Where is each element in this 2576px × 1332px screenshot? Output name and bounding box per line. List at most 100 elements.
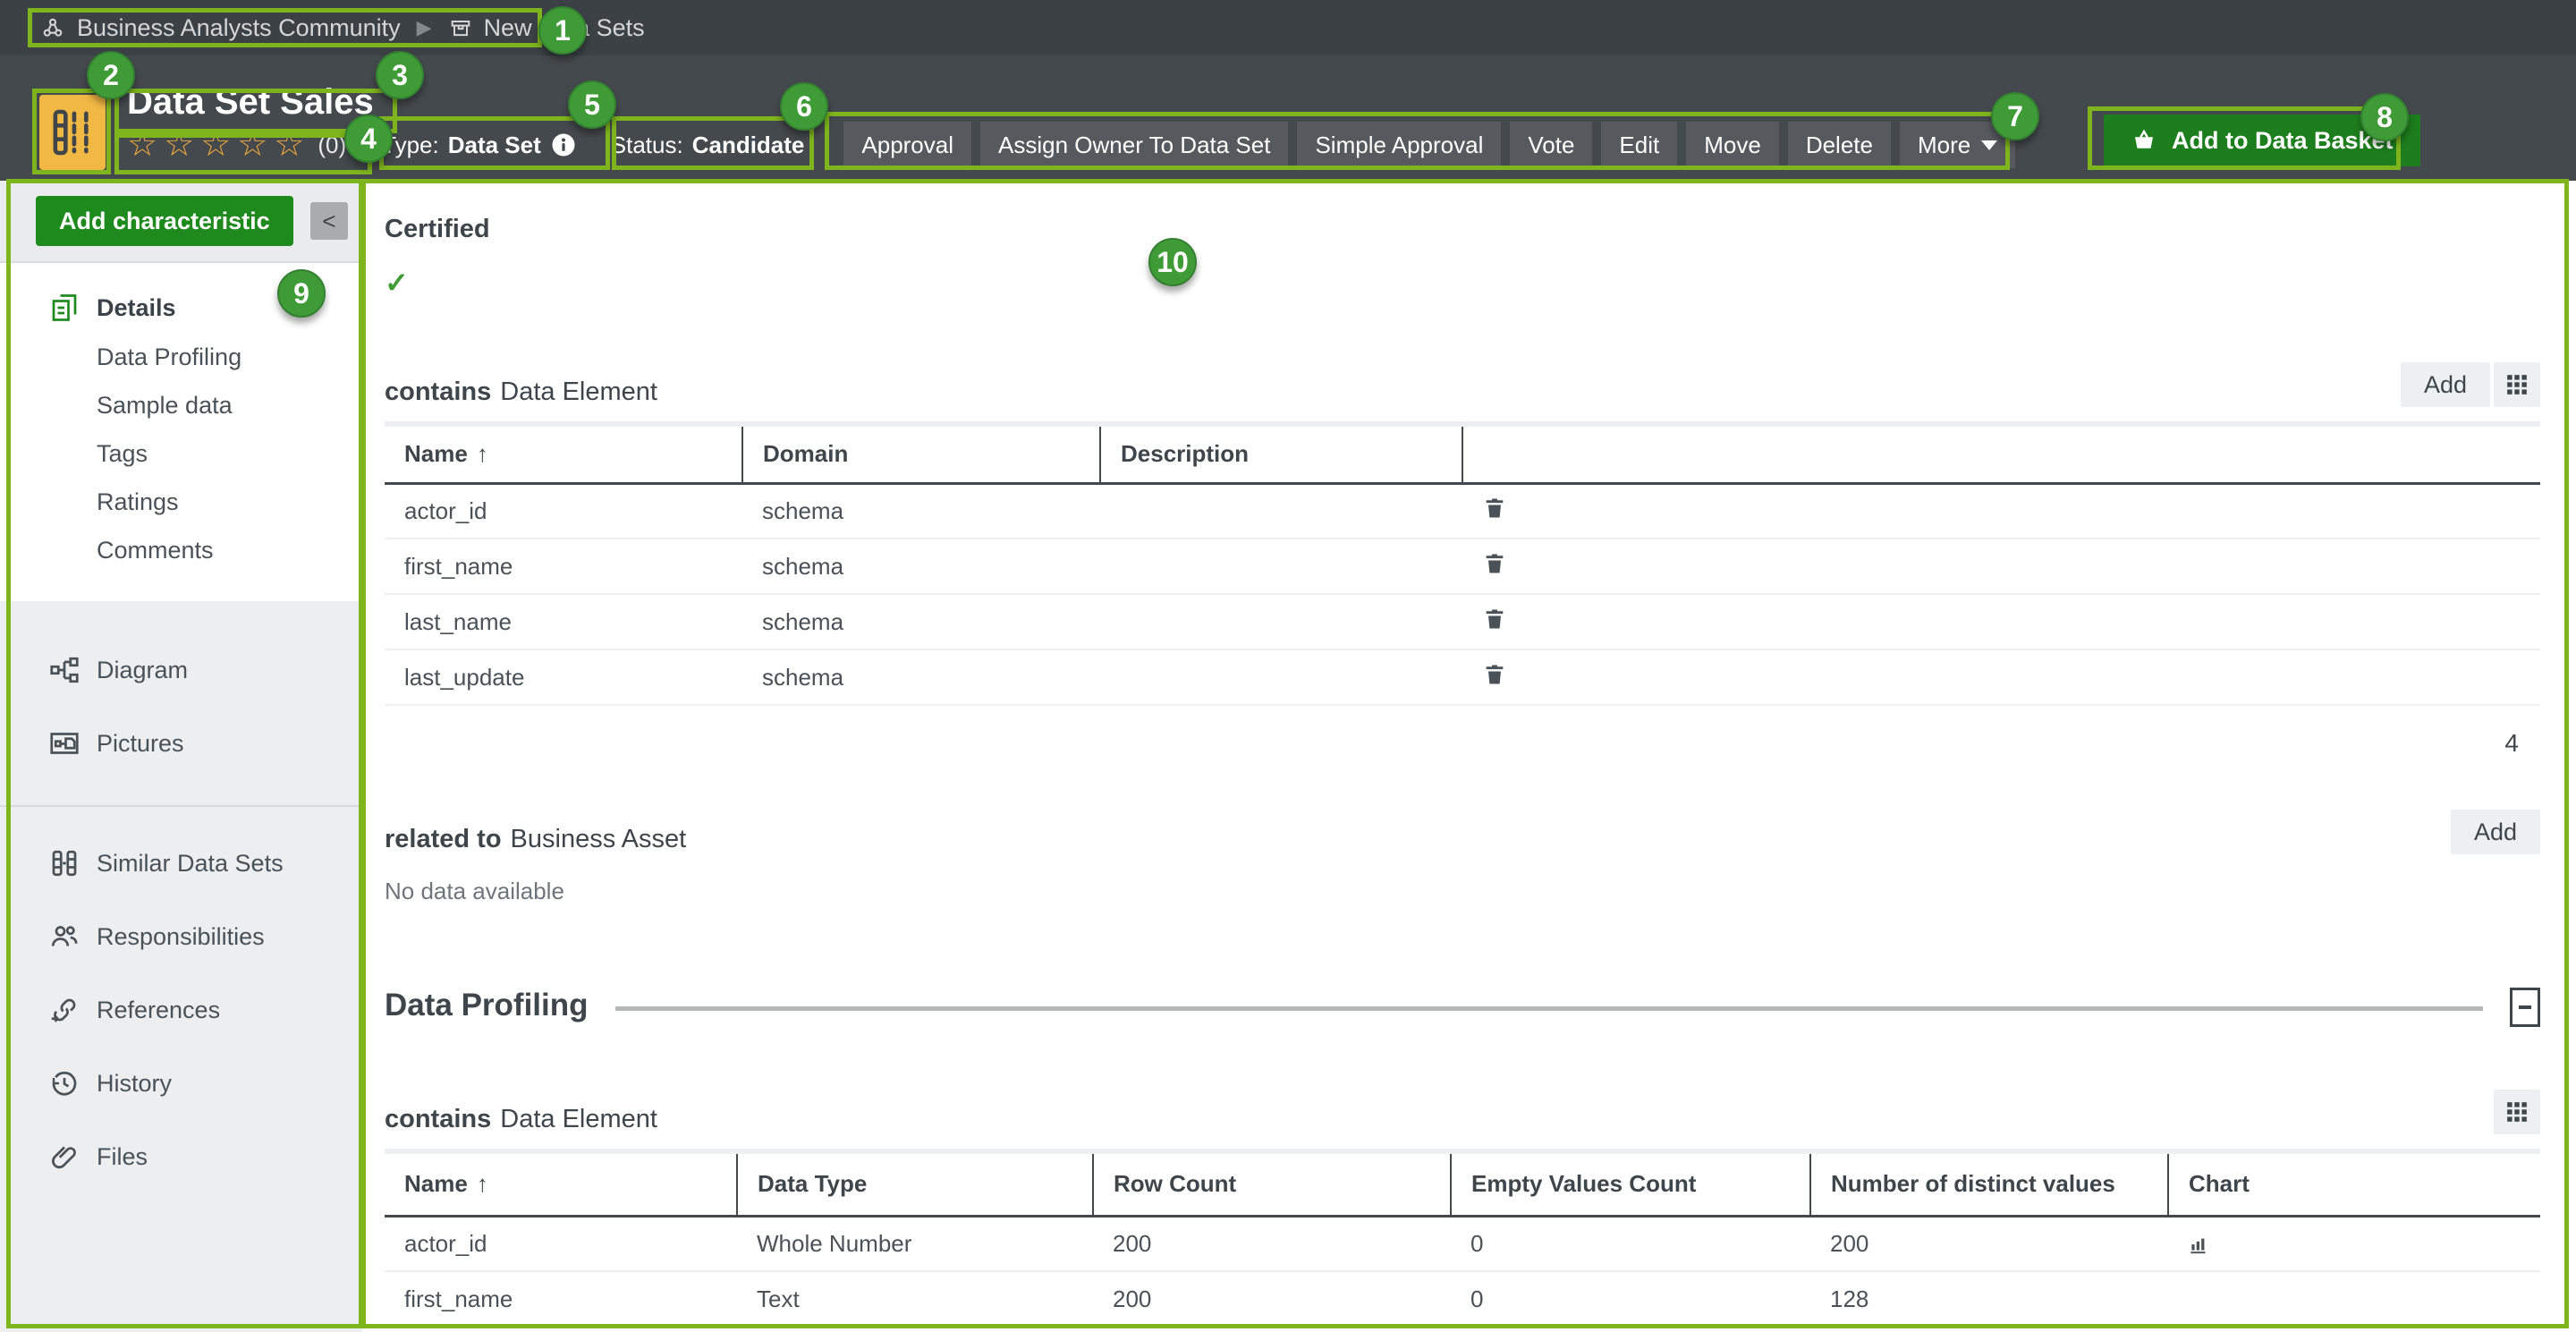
chevron-down-icon: [1981, 140, 1997, 150]
sidebar-collapse-button[interactable]: <: [310, 202, 348, 240]
delete-row-icon[interactable]: [1482, 551, 1507, 576]
table-row[interactable]: first_name Text 200 0 128: [385, 1271, 2540, 1327]
sidebar-item-history[interactable]: History: [0, 1047, 362, 1120]
references-icon: [47, 994, 82, 1026]
table-row[interactable]: actor_id schema: [385, 483, 2540, 539]
column-header-empty-values[interactable]: Empty Values Count: [1451, 1151, 1810, 1216]
info-icon[interactable]: [550, 132, 577, 158]
breadcrumb-community[interactable]: Business Analysts Community: [39, 14, 401, 42]
sidebar-item-references[interactable]: References: [0, 973, 362, 1047]
sidebar-item-sample-data[interactable]: Sample data: [0, 381, 362, 429]
bar-chart-icon[interactable]: [2188, 1232, 2540, 1255]
sidebar-item-label: Diagram: [97, 657, 188, 684]
column-header-chart[interactable]: Chart: [2168, 1151, 2540, 1216]
sidebar-item-data-profiling[interactable]: Data Profiling: [0, 333, 362, 381]
type-label: Type:: [382, 132, 439, 159]
add-business-asset-button[interactable]: Add: [2451, 810, 2540, 854]
approval-button[interactable]: Approval: [843, 122, 971, 168]
column-header-actions: [1462, 424, 2540, 483]
sidebar-item-label: History: [97, 1070, 172, 1098]
sidebar-item-ratings[interactable]: Ratings: [0, 478, 362, 526]
assign-owner-button[interactable]: Assign Owner To Data Set: [980, 122, 1288, 168]
sidebar-item-pictures[interactable]: Pictures: [0, 707, 362, 780]
table-row[interactable]: last_name Text 200 0 121: [385, 1327, 2540, 1332]
related-to-business-asset-heading: related toBusiness Asset: [385, 825, 686, 854]
basket-label: Add to Data Basket: [2172, 127, 2394, 155]
pictures-icon: [47, 727, 82, 759]
table-view-button[interactable]: [2494, 1090, 2540, 1134]
breadcrumb-community-label: Business Analysts Community: [77, 14, 401, 42]
sidebar-item-tags[interactable]: Tags: [0, 429, 362, 478]
delete-row-icon[interactable]: [1482, 607, 1507, 632]
data-profiling-table: Name↑ Data Type Row Count Empty Values C…: [385, 1149, 2540, 1332]
row-count: 4: [385, 729, 2540, 758]
column-header-data-type[interactable]: Data Type: [737, 1151, 1093, 1216]
contains-data-element-table: Name↑ Domain Description actor_id schema: [385, 421, 2540, 706]
column-header-row-count[interactable]: Row Count: [1093, 1151, 1451, 1216]
community-icon: [39, 14, 66, 41]
collapse-section-icon[interactable]: [2510, 988, 2540, 1027]
sidebar-item-label: References: [97, 997, 220, 1024]
breadcrumb: Business Analysts Community ▶ New Data S…: [0, 0, 2576, 55]
main-content: Certified ✓ containsData Element Add: [362, 181, 2576, 1332]
delete-row-icon[interactable]: [1482, 662, 1507, 687]
table-view-button[interactable]: [2494, 362, 2540, 407]
sidebar-item-label: Pictures: [97, 730, 184, 758]
column-header-name[interactable]: Name↑: [385, 424, 742, 483]
details-pages-icon: [47, 292, 82, 324]
grid-icon: [2505, 373, 2529, 396]
sidebar-item-files[interactable]: Files: [0, 1120, 362, 1193]
domain-icon: [448, 15, 473, 40]
more-button[interactable]: More: [1900, 122, 2015, 168]
no-data-message: No data available: [385, 878, 2540, 905]
breadcrumb-domain-label: New Data Sets: [484, 14, 645, 42]
column-header-name[interactable]: Name↑: [385, 1151, 737, 1216]
certified-check-icon: ✓: [385, 266, 2540, 300]
contains-data-element-heading: containsData Element: [385, 378, 657, 407]
simple-approval-button[interactable]: Simple Approval: [1297, 122, 1501, 168]
sidebar-item-details[interactable]: Details: [0, 283, 362, 333]
more-label: More: [1918, 132, 1970, 159]
asset-status: Status: Candidate: [611, 132, 805, 159]
sidebar-item-comments[interactable]: Comments: [0, 526, 362, 574]
asset-header: Data Set Sales ☆☆☆☆☆ (0) Type: Data Set …: [0, 55, 2576, 181]
sidebar-item-diagram[interactable]: Diagram: [0, 633, 362, 707]
breadcrumb-domain[interactable]: New Data Sets: [448, 14, 645, 42]
similar-data-sets-icon: [47, 847, 82, 879]
files-icon: [47, 1141, 82, 1173]
column-header-description[interactable]: Description: [1100, 424, 1462, 483]
history-icon: [47, 1067, 82, 1099]
column-header-domain[interactable]: Domain: [742, 424, 1100, 483]
page-title: Data Set Sales: [127, 82, 374, 123]
column-header-distinct-values[interactable]: Number of distinct values: [1810, 1151, 2168, 1216]
add-characteristic-button[interactable]: Add characteristic: [36, 196, 293, 246]
type-value: Data Set: [448, 132, 541, 159]
vote-button[interactable]: Vote: [1510, 122, 1592, 168]
add-to-data-basket-button[interactable]: Add to Data Basket: [2104, 115, 2420, 166]
data-set-asset-icon: [39, 95, 106, 170]
table-row[interactable]: last_name schema: [385, 594, 2540, 649]
table-row[interactable]: last_update schema: [385, 649, 2540, 705]
move-button[interactable]: Move: [1686, 122, 1779, 168]
sidebar-item-responsibilities[interactable]: Responsibilities: [0, 900, 362, 973]
sidebar-item-label: Details: [97, 294, 176, 322]
section-divider: [615, 1006, 2483, 1011]
sidebar-item-label: Similar Data Sets: [97, 850, 284, 878]
sidebar-item-label: Files: [97, 1143, 148, 1171]
sort-asc-icon: ↑: [477, 440, 488, 467]
rating-stars[interactable]: ☆☆☆☆☆: [127, 128, 310, 162]
add-data-element-button[interactable]: Add: [2401, 362, 2490, 407]
sidebar: Add characteristic < Details Data Profil…: [0, 181, 362, 1332]
diagram-icon: [47, 654, 82, 686]
breadcrumb-chevron-icon: ▶: [417, 16, 432, 39]
table-row[interactable]: first_name schema: [385, 539, 2540, 594]
rating-count: (0): [318, 132, 346, 159]
basket-icon: [2131, 127, 2157, 154]
delete-row-icon[interactable]: [1482, 496, 1507, 521]
sidebar-item-similar-data-sets[interactable]: Similar Data Sets: [0, 827, 362, 900]
edit-button[interactable]: Edit: [1601, 122, 1677, 168]
sort-asc-icon: ↑: [477, 1170, 488, 1197]
table-row[interactable]: actor_id Whole Number 200 0 200: [385, 1216, 2540, 1271]
delete-button[interactable]: Delete: [1788, 122, 1891, 168]
asset-type: Type: Data Set: [382, 132, 577, 159]
